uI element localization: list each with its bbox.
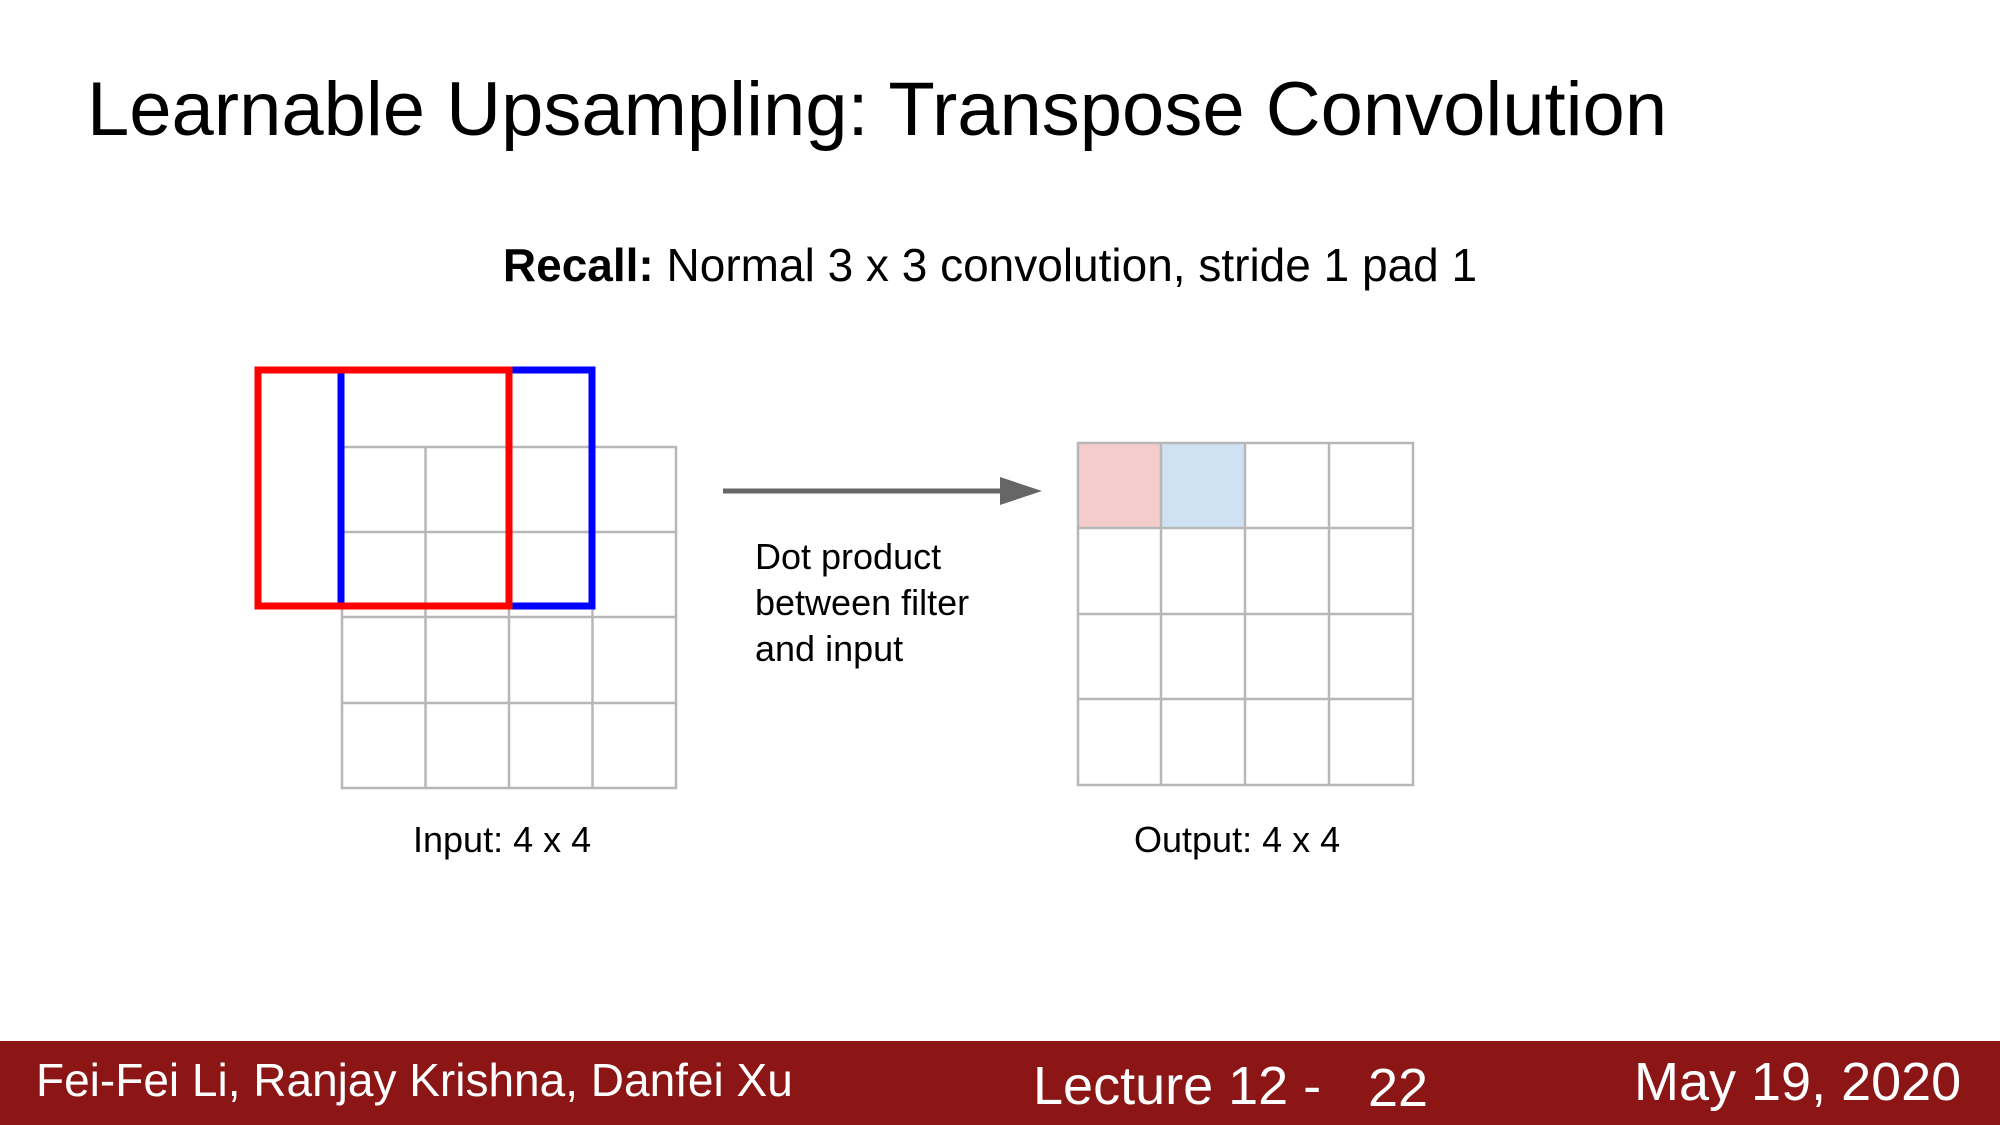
filter-window-blue — [337, 366, 596, 610]
arrow-note-line: between filter — [755, 582, 970, 623]
filter-window-red — [254, 366, 513, 610]
input-caption: Input: 4 x 4 — [413, 819, 592, 860]
output-grid — [1076, 441, 1415, 787]
footer-authors: Fei-Fei Li, Ranjay Krishna, Danfei Xu — [36, 1054, 793, 1106]
arrow-note-line: and input — [755, 628, 904, 669]
output-caption: Output: 4 x 4 — [1134, 819, 1341, 860]
arrow-note: Dot product between filter and input — [755, 534, 969, 672]
footer-lecture: Lecture 12 - — [1033, 1056, 1322, 1116]
footer-page-number: 22 — [1368, 1058, 1429, 1118]
convolution-diagram — [254, 366, 1415, 790]
slide: Learnable Upsampling: Transpose Convolut… — [0, 0, 2000, 1125]
arrow — [723, 477, 1042, 505]
footer-bar: Fei-Fei Li, Ranjay Krishna, Danfei Xu Le… — [0, 1041, 2000, 1125]
output-cell-red — [1078, 443, 1161, 528]
arrow-head — [1000, 477, 1042, 505]
footer-date: May 19, 2020 — [1634, 1052, 1962, 1112]
output-cell-blue — [1161, 443, 1245, 528]
arrow-note-line: Dot product — [755, 536, 942, 577]
